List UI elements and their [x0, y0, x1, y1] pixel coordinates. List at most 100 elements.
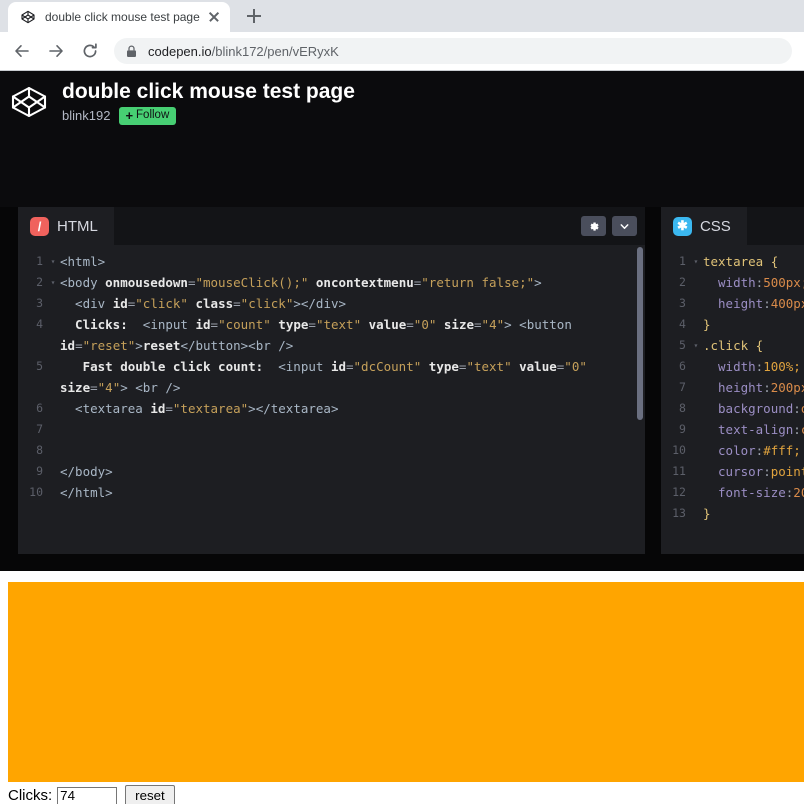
chevron-down-icon[interactable]	[611, 216, 637, 236]
line-number: 1	[36, 254, 43, 268]
code-line: 8	[18, 440, 645, 461]
codepen-logo-icon[interactable]	[8, 81, 50, 123]
code-text: <div id="click" class="click"></div>	[60, 296, 347, 311]
codepen-page: double click mouse test page blink192 + F…	[0, 71, 804, 804]
new-tab-icon[interactable]	[240, 2, 268, 30]
fold-toggle-icon	[691, 419, 701, 440]
code-text: <textarea id="textarea"></textarea>	[60, 401, 339, 416]
fold-toggle-icon	[48, 398, 58, 419]
fold-toggle-icon	[48, 293, 58, 314]
clicks-count-input[interactable]	[57, 786, 118, 804]
tab-html[interactable]: / HTML	[18, 207, 114, 245]
pen-header: double click mouse test page blink192 + F…	[0, 71, 804, 133]
line-number	[18, 335, 48, 356]
line-number: 12	[672, 485, 686, 499]
line-number: 9	[679, 422, 686, 436]
html-editor-label: HTML	[57, 217, 98, 235]
reset-button[interactable]: reset	[125, 785, 175, 804]
forward-arrow-icon[interactable]	[42, 37, 70, 65]
plus-icon: +	[125, 107, 134, 123]
url-domain: codepen.io	[148, 43, 212, 59]
css-code-area[interactable]: 1▾textarea {2 width:500px;3 height:400px…	[660, 245, 804, 554]
code-line: 10 color:#fff;	[661, 440, 804, 461]
pen-byline: blink192 + Follow	[62, 106, 355, 125]
code-text: </body>	[60, 464, 113, 479]
follow-button[interactable]: + Follow	[119, 106, 177, 125]
line-number: 10	[672, 443, 686, 457]
tab-css[interactable]: ✱ CSS	[660, 207, 747, 245]
code-line: 1 ▾ <html>	[18, 251, 645, 272]
code-text: width:500px;	[702, 275, 804, 290]
fold-toggle-icon[interactable]: ▾	[48, 251, 58, 272]
html-editor-actions	[580, 207, 637, 245]
code-line: 6 width:100%;	[661, 356, 804, 377]
html-editor-scrollbar[interactable]	[636, 247, 643, 420]
code-line: 7 height:200px;	[661, 377, 804, 398]
code-text: }	[702, 506, 711, 521]
line-number: 11	[672, 464, 686, 478]
back-arrow-icon[interactable]	[8, 37, 36, 65]
fold-toggle-icon[interactable]: ▾	[691, 251, 701, 272]
line-number: 5	[36, 359, 43, 373]
fold-toggle-icon	[691, 482, 701, 503]
code-line: size="4"> <br />	[18, 377, 645, 398]
fold-toggle-icon	[48, 461, 58, 482]
preview-gap	[0, 571, 804, 582]
line-number: 3	[679, 296, 686, 310]
code-text: font-size:20	[702, 485, 804, 500]
pen-meta: double click mouse test page blink192 + F…	[62, 80, 355, 125]
code-text: height:400px;	[702, 296, 804, 311]
browser-tab[interactable]: double click mouse test page	[8, 2, 230, 32]
line-number: 1	[679, 254, 686, 268]
author-link[interactable]: blink192	[62, 108, 110, 123]
code-line: 7	[18, 419, 645, 440]
code-line: 5 ▾ .click {	[661, 335, 804, 356]
code-text: cursor:point	[702, 464, 804, 479]
line-number: 7	[36, 422, 43, 436]
line-number: 4	[36, 317, 43, 331]
code-line: 13}	[661, 503, 804, 524]
follow-button-label: Follow	[136, 108, 170, 121]
tab-title: double click mouse test page	[45, 10, 200, 24]
fold-toggle-icon	[691, 272, 701, 293]
line-number: 6	[36, 401, 43, 415]
code-text: id="reset">reset</button><br />	[60, 338, 294, 353]
css-code-lines: 1▾textarea {2 width:500px;3 height:400px…	[661, 251, 804, 524]
code-line: 2 ▾ <body onmousedown="mouseClick();" onco…	[18, 272, 645, 293]
lock-icon	[126, 44, 138, 58]
fold-toggle-icon	[48, 314, 58, 335]
code-text: text-align:c	[702, 422, 804, 437]
fold-toggle-icon	[691, 503, 701, 524]
tab-strip: double click mouse test page	[0, 0, 804, 32]
close-icon[interactable]	[206, 9, 222, 25]
preview-result: Clicks: reset Fast double click count: 0…	[0, 582, 804, 804]
code-text: <body onmousedown="mouseClick();" oncont…	[60, 275, 542, 290]
fold-toggle-icon[interactable]: ▾	[48, 272, 58, 293]
address-bar-url: codepen.io/blink172/pen/vERyxK	[148, 44, 339, 59]
fold-toggle-icon	[48, 482, 58, 503]
line-number: 2	[679, 275, 686, 289]
line-number: 3	[36, 296, 43, 310]
address-bar[interactable]: codepen.io/blink172/pen/vERyxK	[114, 38, 792, 64]
code-text: textarea {	[702, 254, 779, 269]
fold-toggle-icon	[48, 335, 58, 356]
code-text: Clicks: <input id="count" type="text" va…	[60, 317, 572, 332]
css-badge-icon: ✱	[672, 216, 692, 236]
gear-icon[interactable]	[580, 216, 606, 236]
line-number: 10	[29, 485, 43, 499]
line-number: 13	[672, 506, 686, 520]
code-text: <html>	[60, 254, 106, 269]
fold-toggle-icon	[691, 398, 701, 419]
html-code-area[interactable]: 1 ▾ <html> 2 ▾ <body onmousedown="mouseClick(…	[18, 245, 645, 554]
line-number: 4	[679, 317, 686, 331]
code-line: 3 <div id="click" class="click"></div>	[18, 293, 645, 314]
code-line: 12 font-size:20	[661, 482, 804, 503]
code-text: </html>	[60, 485, 113, 500]
click-target-area[interactable]	[8, 582, 804, 782]
fold-toggle-icon[interactable]: ▾	[691, 335, 701, 356]
reload-icon[interactable]	[76, 37, 104, 65]
line-number: 2	[36, 275, 43, 289]
line-number	[18, 377, 48, 398]
